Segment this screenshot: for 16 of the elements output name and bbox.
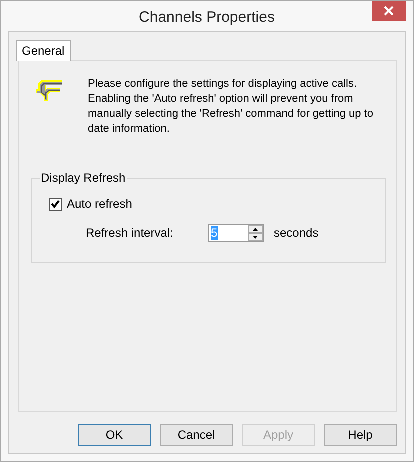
interval-label: Refresh interval: <box>86 226 174 240</box>
spin-down-icon[interactable] <box>248 233 263 241</box>
group-title: Display Refresh <box>40 171 127 185</box>
close-button[interactable] <box>372 1 406 21</box>
dialog-button[interactable]: OK <box>78 424 151 446</box>
dialog-button[interactable]: Cancel <box>160 424 233 446</box>
description-text: Please configure the settings for displaying active calls. Enabling the 'Auto refresh' option will prevent you from manually selecting the 'Refresh' command for getting up to date information. <box>88 77 374 137</box>
dialog-button[interactable]: Help <box>324 424 397 446</box>
spin-up-icon[interactable] <box>248 225 263 233</box>
checkbox-label: Auto refresh <box>67 197 132 211</box>
pipe-icon <box>34 77 64 103</box>
close-icon <box>384 6 394 16</box>
unit-label: seconds <box>274 226 319 240</box>
window-title: Channels Properties <box>139 8 275 26</box>
checkbox[interactable] <box>49 198 62 210</box>
tab[interactable]: General <box>16 40 71 61</box>
